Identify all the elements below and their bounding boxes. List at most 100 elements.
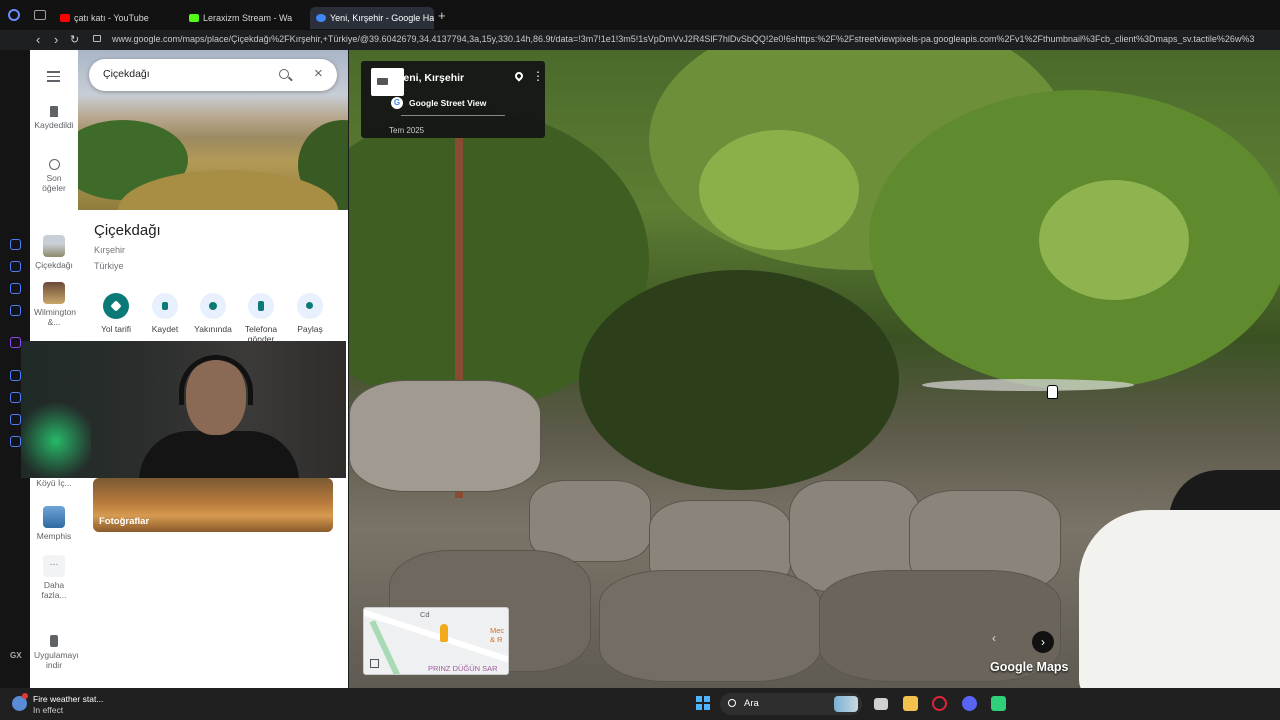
search-box[interactable]: Çiçekdağı ×: [89, 59, 337, 91]
folder-icon[interactable]: [903, 696, 918, 711]
app-icon[interactable]: [991, 696, 1006, 711]
reload-button[interactable]: ↻: [70, 32, 79, 48]
search-highlight-image: [834, 696, 858, 712]
pin-icon[interactable]: [513, 70, 525, 82]
sidebar-messenger-icon[interactable]: [10, 305, 21, 316]
place-region: Kırşehir: [94, 245, 126, 255]
hamburger-icon[interactable]: [47, 71, 60, 85]
nearby-button[interactable]: Yakınında: [189, 293, 237, 334]
green-light-glow: [21, 401, 91, 478]
directions-button[interactable]: Yol tarifi: [92, 293, 140, 334]
browser-tab-bar: çatı katı - YouTube Leraxizm Stream - Wa…: [0, 0, 1280, 32]
back-button[interactable]: ‹: [36, 32, 40, 48]
task-view-icon[interactable]: [874, 698, 888, 710]
browser-tab-youtube[interactable]: çatı katı - YouTube: [54, 7, 176, 29]
action-label: Paylaş: [297, 324, 323, 334]
capture-date[interactable]: Tem 2025: [389, 126, 424, 135]
directions-icon: [103, 293, 129, 319]
hand-cursor-icon: [1047, 385, 1058, 399]
place-title: Çiçekdağı: [94, 222, 161, 239]
sidebar-twitch-icon[interactable]: [10, 337, 21, 348]
minimap[interactable]: Cd Mec & R PRINZ DÜĞÜN SAR: [363, 607, 509, 675]
send-to-phone-icon: [248, 293, 274, 319]
opera-icon[interactable]: [932, 696, 947, 711]
photos-card[interactable]: Fotoğraflar: [93, 478, 333, 532]
search-icon: [728, 699, 736, 707]
discord-icon[interactable]: [962, 696, 977, 711]
weather-title[interactable]: Fire weather stat...: [33, 694, 103, 704]
rail-item-label: Son öğeler: [42, 173, 66, 193]
tab-title: Yeni, Kırşehir - Google Ha: [330, 13, 434, 23]
sidebar-history-icon[interactable]: [10, 239, 21, 250]
street-view-nav-marker[interactable]: [922, 379, 1134, 391]
phone-icon: [50, 635, 58, 647]
prev-arrow-button[interactable]: ‹: [992, 631, 996, 645]
action-label: Kaydet: [151, 324, 179, 334]
search-input[interactable]: Çiçekdağı: [103, 68, 150, 80]
more-options-icon[interactable]: ⋮: [532, 70, 544, 82]
stone-shape: [599, 570, 821, 682]
rail-item-wilmington[interactable]: Wilmington &...: [30, 282, 78, 327]
google-g-icon: G: [391, 97, 403, 109]
headset-icon: [179, 355, 253, 405]
rail-item-label: Köyü İç...: [36, 478, 72, 488]
taskbar-search-input[interactable]: Ara: [744, 698, 759, 709]
rail-item-cicekdagi[interactable]: Çiçekdağı: [30, 235, 78, 270]
kick-favicon-icon: [189, 14, 199, 22]
pegman-icon[interactable]: [440, 624, 448, 642]
share-button[interactable]: Paylaş: [286, 293, 334, 334]
windows-start-icon[interactable]: [696, 696, 710, 710]
rail-item-label: Wilmington &...: [34, 307, 77, 327]
street-view-canvas[interactable]: Yeni, Kırşehir ⋮ G Google Street View Te…: [349, 50, 1280, 688]
foliage-shape: [1039, 180, 1189, 300]
browser-tab-maps[interactable]: Yeni, Kırşehir - Google Ha: [310, 7, 434, 29]
sidebar-settings-icon[interactable]: [10, 436, 21, 447]
sidebar-player-icon[interactable]: [10, 370, 21, 381]
place-country: Türkiye: [94, 261, 124, 271]
streamer-body: [139, 431, 299, 478]
save-button[interactable]: Kaydet: [141, 293, 189, 334]
street-view-location[interactable]: Yeni, Kırşehir: [397, 72, 464, 84]
rail-item-memphis[interactable]: Memphis: [30, 506, 78, 541]
lock-icon[interactable]: [93, 35, 101, 42]
rail-item-saved[interactable]: Kaydedildi: [30, 106, 78, 130]
taskbar-search[interactable]: Ara: [720, 693, 862, 715]
more-dots-icon: ···: [43, 555, 65, 577]
gx-logo-icon[interactable]: GX: [10, 651, 22, 660]
street-view-info-card: Yeni, Kırşehir ⋮ G Google Street View Te…: [361, 61, 545, 138]
address-bar: ‹ › ↻ www.google.com/maps/place/Çiçekdağ…: [0, 30, 1280, 50]
new-tab-button[interactable]: +: [438, 9, 446, 23]
forward-button[interactable]: ›: [54, 32, 58, 48]
tab-title: Leraxizm Stream - Wa: [203, 13, 293, 23]
sidebar-clock-icon[interactable]: [10, 392, 21, 403]
rail-item-label: Kaydedildi: [34, 120, 74, 130]
close-icon[interactable]: ×: [314, 66, 323, 82]
alert-badge: [22, 693, 28, 699]
search-icon[interactable]: [279, 69, 289, 79]
browser-tab-stream[interactable]: Leraxizm Stream - Wa: [183, 7, 305, 29]
tab-overview-icon[interactable]: [34, 10, 46, 20]
rail-item-more[interactable]: ··· Daha fazla...: [30, 555, 78, 600]
place-thumb-image: [43, 282, 65, 304]
browser-logo-icon[interactable]: [8, 9, 20, 21]
next-arrow-button[interactable]: ›: [1032, 631, 1054, 653]
url-field[interactable]: www.google.com/maps/place/Çiçekdağı%2FKı…: [112, 34, 1280, 44]
rail-item-label: Çiçekdağı: [35, 260, 73, 270]
action-label: Yakınında: [194, 324, 232, 334]
sidebar-bag-icon[interactable]: [10, 261, 21, 272]
nearby-icon: [200, 293, 226, 319]
place-thumb-image: [43, 235, 65, 257]
street-view-brand: Google Street View: [409, 98, 487, 108]
minimap-street-label: Cd: [420, 610, 430, 619]
rail-item-koyu[interactable]: Köyü İç...: [30, 478, 78, 488]
sidebar-extensions-icon[interactable]: [10, 414, 21, 425]
send-to-phone-button-wrap[interactable]: Telefona gönder: [237, 293, 285, 346]
foliage-shape: [699, 130, 859, 250]
google-maps-logo: Google Maps: [990, 660, 1069, 674]
share-icon: [297, 293, 323, 319]
taskbar: Fire weather stat... In effect Ara: [0, 688, 1280, 720]
expand-icon[interactable]: [370, 659, 379, 668]
rail-item-recent[interactable]: Son öğeler: [30, 159, 78, 193]
sidebar-chat-icon[interactable]: [10, 283, 21, 294]
rail-item-get-app[interactable]: Uygulamayı indir: [30, 635, 79, 670]
